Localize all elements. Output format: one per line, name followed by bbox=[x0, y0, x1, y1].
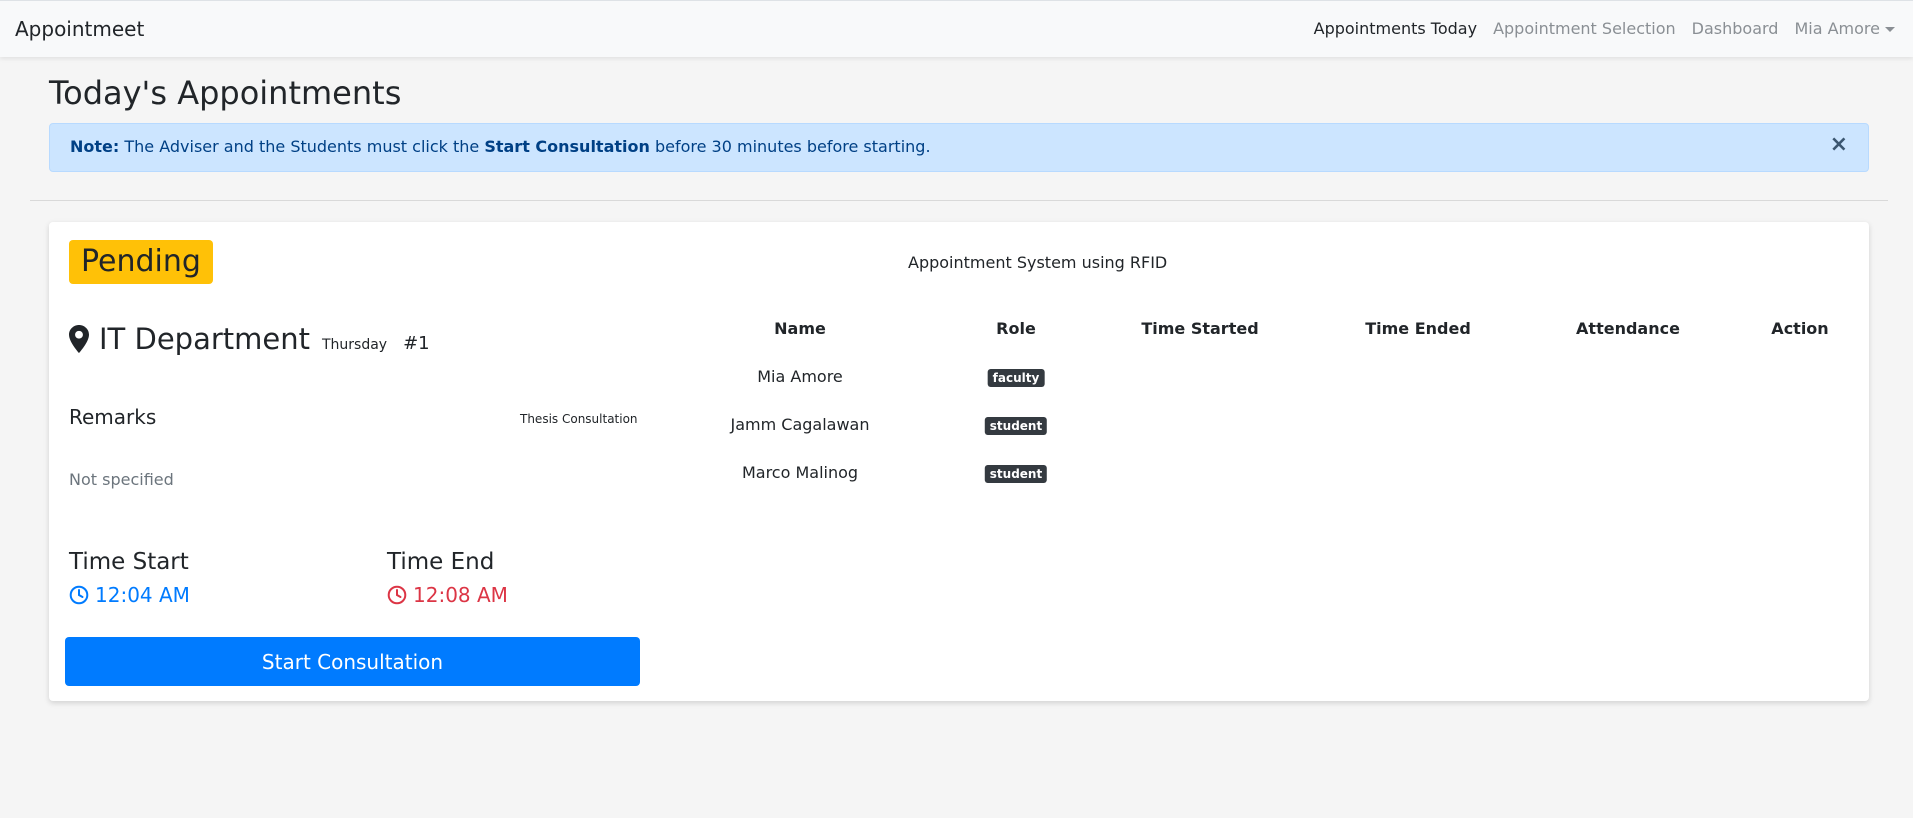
participant-name: Marco Malinog bbox=[741, 463, 859, 482]
nav-link-dashboard[interactable]: Dashboard bbox=[1692, 19, 1779, 38]
alert-emphasis: Start Consultation bbox=[484, 137, 650, 156]
alert-text-2: before 30 minutes before starting. bbox=[649, 137, 931, 156]
nav-link-appointments-today[interactable]: Appointments Today bbox=[1314, 19, 1477, 38]
time-end-text: 12:08 AM bbox=[413, 583, 508, 607]
remarks-label: Remarks bbox=[69, 405, 157, 429]
user-menu-dropdown[interactable]: Mia Amore bbox=[1794, 19, 1895, 38]
time-end-value: 12:08 AM bbox=[387, 583, 508, 607]
status-badge: Pending bbox=[69, 240, 213, 284]
column-header-name: Name bbox=[774, 319, 826, 338]
time-end-label: Time End bbox=[387, 549, 495, 575]
time-start-label: Time Start bbox=[69, 549, 189, 575]
brand-logo[interactable]: Appointmeet bbox=[15, 17, 144, 41]
time-start-block: Time Start 12:04 AM bbox=[69, 549, 190, 607]
nav-link-appointment-selection[interactable]: Appointment Selection bbox=[1493, 19, 1676, 38]
appointment-card: Pending Appointment System using RFID IT… bbox=[49, 222, 1869, 701]
alert-prefix: Note: bbox=[70, 137, 120, 156]
page-title: Today's Appointments bbox=[49, 74, 402, 112]
remarks-type: Thesis Consultation bbox=[520, 412, 638, 426]
appointment-day: Thursday bbox=[321, 337, 388, 353]
remarks-value: Not specified bbox=[69, 470, 174, 489]
nav-links: Appointments Today Appointment Selection… bbox=[1314, 19, 1895, 38]
divider bbox=[30, 200, 1888, 201]
time-start-value: 12:04 AM bbox=[69, 583, 190, 607]
role-badge: student bbox=[984, 417, 1048, 435]
time-start-text: 12:04 AM bbox=[95, 583, 190, 607]
time-end-block: Time End 12:08 AM bbox=[387, 549, 508, 607]
location-name: IT Department bbox=[99, 322, 310, 356]
participant-name: Jamm Cagalawan bbox=[730, 415, 870, 434]
column-header-time-started: Time Started bbox=[1141, 319, 1259, 338]
column-header-time-ended: Time Ended bbox=[1365, 319, 1471, 338]
note-alert: Note: The Adviser and the Students must … bbox=[49, 123, 1869, 172]
participant-name: Mia Amore bbox=[757, 367, 843, 386]
close-icon[interactable]: × bbox=[1830, 134, 1848, 156]
caret-down-icon bbox=[1885, 27, 1895, 32]
column-header-attendance: Attendance bbox=[1576, 319, 1680, 338]
appointment-title: Appointment System using RFID bbox=[908, 253, 1168, 272]
location-row: IT Department Thursday #1 bbox=[69, 322, 430, 356]
role-badge: faculty bbox=[987, 369, 1045, 387]
role-badge: student bbox=[984, 465, 1048, 483]
start-consultation-button[interactable]: Start Consultation bbox=[65, 637, 640, 686]
clock-icon bbox=[69, 585, 89, 605]
alert-text-1: The Adviser and the Students must click … bbox=[119, 137, 485, 156]
navbar: Appointmeet Appointments Today Appointme… bbox=[0, 0, 1913, 57]
appointment-number: #1 bbox=[403, 333, 430, 354]
user-menu-label: Mia Amore bbox=[1794, 19, 1880, 38]
clock-icon bbox=[387, 585, 407, 605]
column-header-role: Role bbox=[996, 319, 1036, 338]
column-header-action: Action bbox=[1771, 319, 1829, 338]
map-marker-icon bbox=[69, 325, 89, 353]
